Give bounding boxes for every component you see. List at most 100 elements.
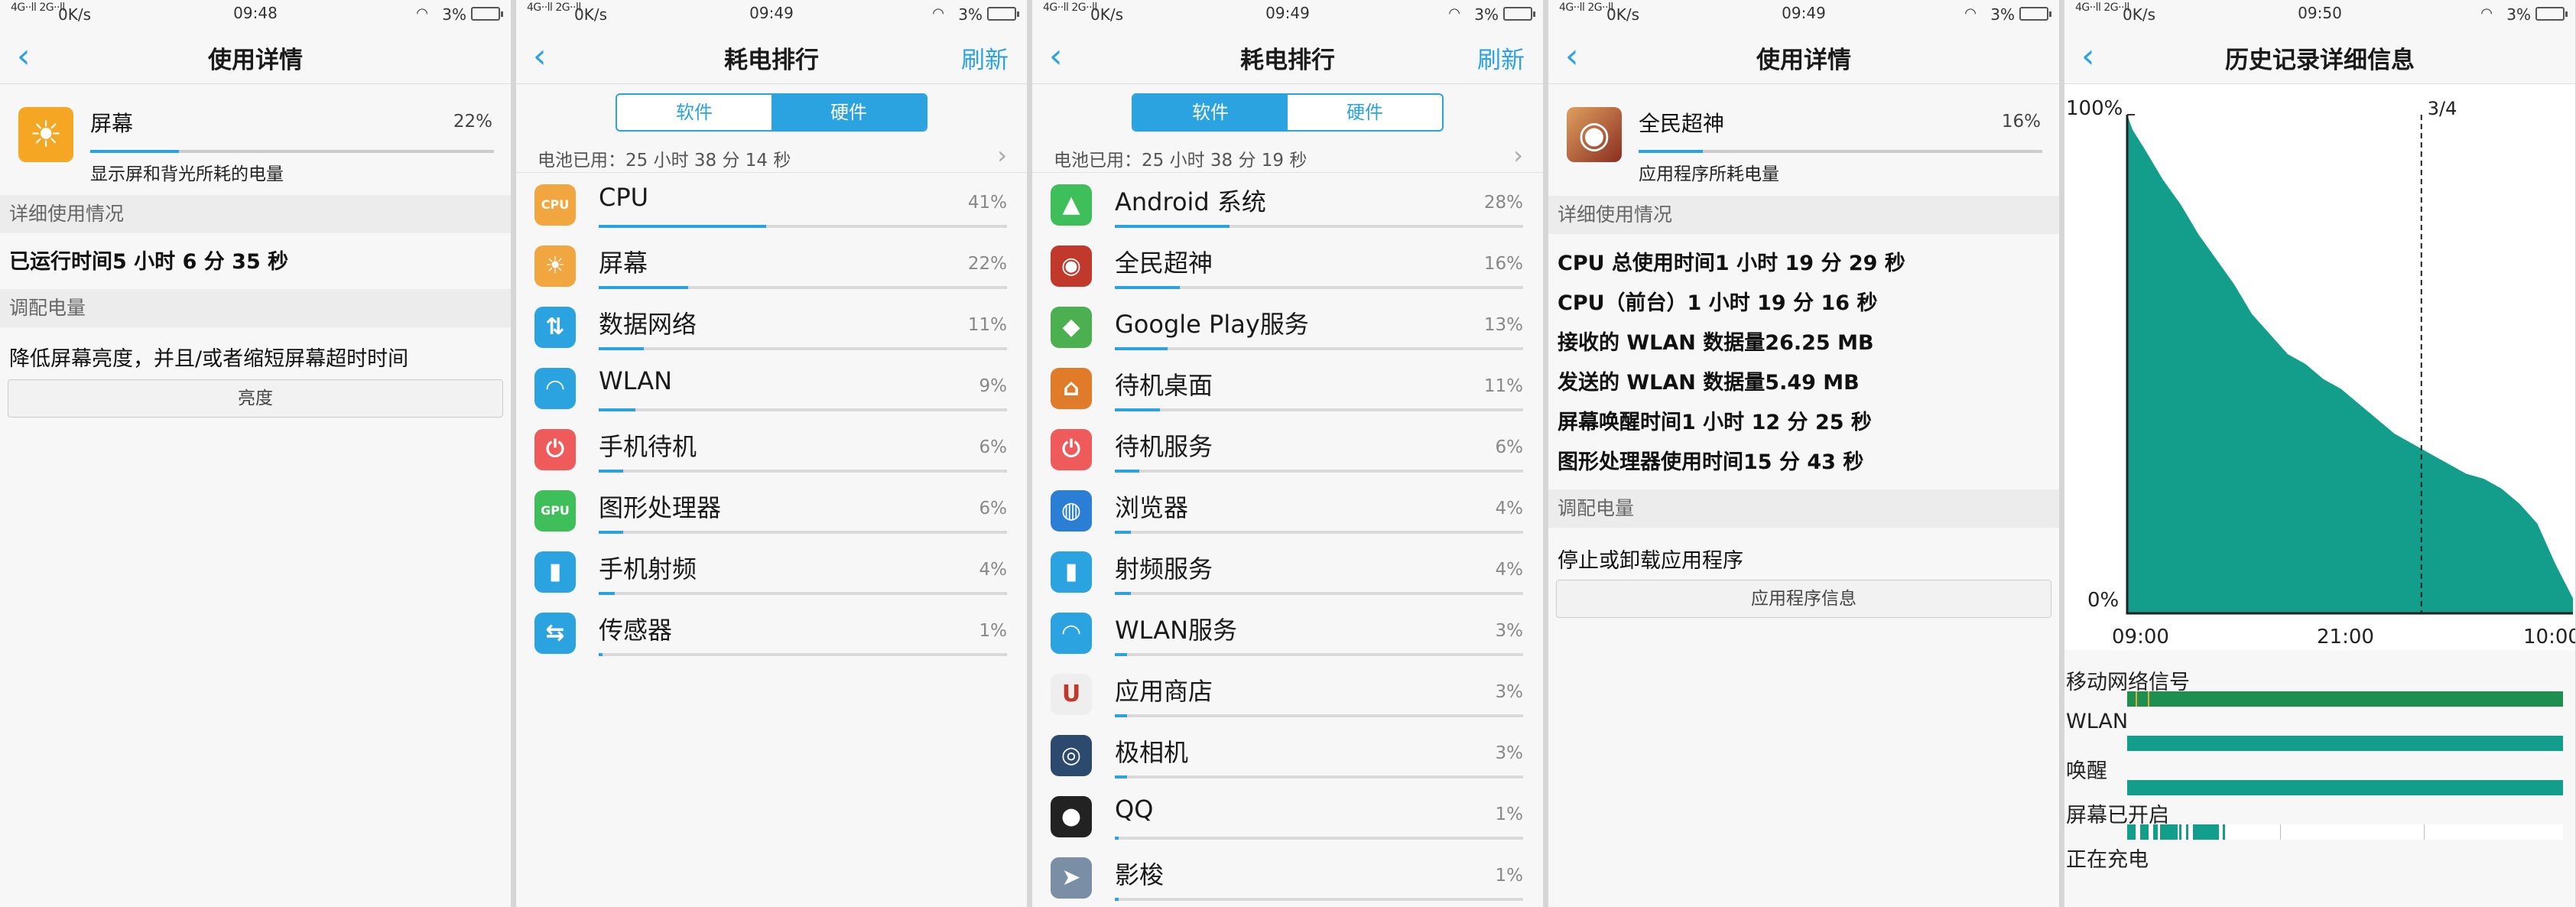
usage-bar [1115, 225, 1523, 228]
list-item[interactable]: ▲ Android 系统 28% [1032, 174, 1543, 236]
list-item[interactable]: ◍ 浏览器 4% [1032, 480, 1543, 541]
usage-bar [1115, 898, 1523, 901]
tab-hardware[interactable]: 硬件 [1288, 95, 1442, 130]
list-item-percent: 11% [967, 315, 1007, 335]
list-item[interactable]: ⇆ 传感器 1% [516, 603, 1027, 664]
usage-bar [599, 592, 1007, 595]
list-item-percent: 1% [1495, 866, 1524, 886]
list-item-label: 极相机 [1115, 738, 1189, 767]
stat-cpu-total: CPU 总使用时间1 小时 19 分 29 秒 [1558, 252, 1905, 275]
track-segment [2153, 824, 2158, 840]
brightness-button[interactable]: 亮度 [8, 379, 503, 418]
list-item[interactable]: U 应用商店 3% [1032, 664, 1543, 725]
list-item[interactable]: ⏻ 待机服务 6% [1032, 419, 1543, 480]
camera-icon: ◎ [1051, 735, 1092, 776]
refresh-button[interactable]: 刷新 [961, 41, 1009, 75]
list-item[interactable]: ⏻ 手机待机 6% [516, 419, 1027, 480]
list-item-percent: 3% [1495, 621, 1524, 641]
usage-bar-fill [1115, 347, 1168, 350]
usage-bar-fill [1115, 837, 1119, 840]
refresh-button[interactable]: 刷新 [1477, 41, 1525, 75]
y-axis-bottom-label: 0% [2087, 589, 2119, 612]
track-segment [2423, 824, 2425, 840]
google-play-services-icon: ◆ [1051, 307, 1092, 348]
cpu-icon: CPU [534, 184, 576, 226]
usage-bar-fill [599, 531, 624, 534]
usage-bar [1115, 592, 1523, 595]
track-bar [2127, 691, 2563, 707]
wifi-icon: ◠ [932, 5, 944, 21]
list-item-label: Google Play服务 [1115, 310, 1309, 339]
section-adjust-header: 调配电量 [0, 289, 511, 327]
wifi-icon: ◠ [1964, 5, 1977, 21]
list-item-label: WLAN服务 [1115, 616, 1238, 645]
usage-bar [1115, 286, 1523, 289]
clock: 09:49 [1782, 4, 1826, 22]
battery-percent: 3% [958, 5, 983, 24]
track-segment [2127, 824, 2136, 840]
battery-used-summary[interactable]: 电池已用：25 小时 38 分 19 秒 › [1032, 139, 1543, 173]
list-item-label: 全民超神 [1115, 249, 1213, 278]
list-item[interactable]: ▮ 手机射频 4% [516, 541, 1027, 603]
usage-progress-fill [1639, 150, 1704, 153]
list-item[interactable]: ◉ 全民超神 16% [1032, 236, 1543, 297]
top-bar: ‹ 耗电排行 刷新 [516, 29, 1027, 84]
sensor-icon: ⇆ [534, 613, 576, 654]
list-item[interactable]: ☀ 屏幕 22% [516, 236, 1027, 297]
list-item-percent: 4% [1495, 560, 1524, 580]
list-item-label: 射频服务 [1115, 554, 1213, 584]
sun-icon: ☀ [18, 107, 73, 162]
clock: 09:48 [233, 4, 278, 22]
battery-used-summary[interactable]: 电池已用：25 小时 38 分 14 秒 › [516, 139, 1027, 173]
list-item-label: 传感器 [599, 616, 673, 645]
app-description: 应用程序所耗电量 [1639, 164, 1779, 184]
app-info-button[interactable]: 应用程序信息 [1556, 580, 2051, 618]
track-bar [2127, 824, 2563, 840]
list-item[interactable]: ◎ 极相机 3% [1032, 725, 1543, 786]
usage-bar-fill [599, 470, 624, 473]
tab-software[interactable]: 软件 [617, 95, 772, 130]
status-bar: 4G··ll 2G··ll 0K/s 09:48 ◠ 3% [0, 0, 511, 29]
stat-cpu-foreground: CPU（前台）1 小时 19 分 16 秒 [1558, 291, 1878, 315]
screen-software-ranking: 4G··ll 2G··ll 0K/s 09:49 ◠ 3% ‹ 耗电排行 刷新 … [1032, 0, 1543, 907]
list-item[interactable]: ⇅ 数据网络 11% [516, 297, 1027, 358]
power-icon: ⏻ [534, 429, 576, 470]
list-item[interactable]: ▮ 射频服务 4% [1032, 541, 1543, 603]
list-item[interactable]: ● QQ 1% [1032, 786, 1543, 847]
list-item-label: WLAN [599, 366, 673, 395]
battery-percent: 3% [1474, 5, 1499, 24]
usage-bar [1115, 470, 1523, 473]
top-bar: ‹ 使用详情 [0, 29, 511, 84]
x-tick-label-mid: 21:00 [2317, 626, 2374, 649]
x-tick-label-start: 09:00 [2112, 626, 2169, 649]
tab-hardware[interactable]: 硬件 [772, 95, 926, 130]
list-item[interactable]: ◠ WLAN 9% [516, 358, 1027, 419]
chevron-right-icon: › [1513, 141, 1523, 170]
battery-icon [2019, 7, 2051, 21]
list-item[interactable]: ➤ 影梭 1% [1032, 847, 1543, 907]
usage-bar [599, 470, 1007, 473]
status-bar: 4G··ll 2G··ll 0K/s 09:49 ◠ 3% [1548, 0, 2059, 29]
runtime-text: 已运行时间5 小时 6 分 35 秒 [9, 250, 289, 274]
tab-software[interactable]: 软件 [1133, 95, 1288, 130]
list-item-label: QQ [1115, 795, 1154, 824]
usage-bar [599, 531, 1007, 534]
list-item[interactable]: CPU CPU 41% [516, 174, 1027, 236]
clock: 09:49 [749, 4, 794, 22]
list-item-percent: 16% [1483, 254, 1523, 274]
track-segment [2127, 780, 2563, 795]
usage-bar-fill [1115, 653, 1128, 656]
stat-wlan-sent: 发送的 WLAN 数据量5.49 MB [1558, 371, 1860, 395]
usage-bar [599, 286, 1007, 289]
list-item[interactable]: ⌂ 待机桌面 11% [1032, 358, 1543, 419]
list-item[interactable]: ◆ Google Play服务 13% [1032, 297, 1543, 358]
screen-history-detail: 4G··ll 2G··ll 0K/s 09:50 ◠ 3% ‹ 历史记录详细信息… [2064, 0, 2575, 907]
paper-plane-icon: ➤ [1051, 857, 1092, 899]
list-item-percent: 9% [979, 376, 1008, 396]
list-item[interactable]: GPU 图形处理器 6% [516, 480, 1027, 541]
y-axis-top-label: 100% [2066, 97, 2123, 120]
list-item[interactable]: ◠ WLAN服务 3% [1032, 603, 1543, 664]
usage-bar [1115, 347, 1523, 350]
sun-icon: ☀ [534, 245, 576, 287]
usage-progress-bar [1639, 150, 2042, 153]
